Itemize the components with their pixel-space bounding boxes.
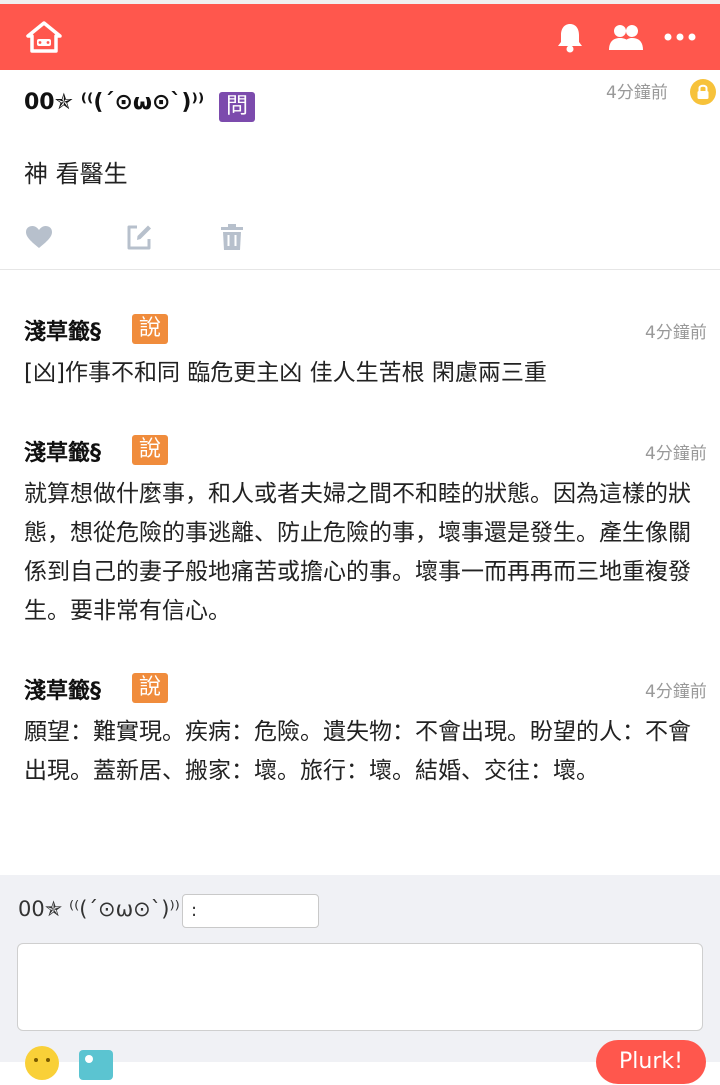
response-timestamp: 4分鐘前	[645, 323, 707, 343]
response-composer: 00✯ ⁽⁽(´⊙ω⊙`)⁾⁾ : Plurk!	[0, 875, 720, 1084]
response-qualifier-badge: 說	[132, 314, 168, 344]
emoticon-icon[interactable]	[24, 1045, 60, 1081]
response-text: [凶]作事不和同 臨危更主凶 佳人生苦根 閑慮兩三重	[24, 360, 547, 386]
friends-icon[interactable]	[606, 4, 646, 70]
lock-icon	[689, 78, 717, 106]
original-plurk: 00✯ ⁽⁽(´⊙ω⊙`)⁾⁾ 問 4分鐘前 神 看醫生	[0, 70, 720, 270]
response-qualifier-badge: 說	[132, 673, 168, 703]
plurk-submit-button[interactable]: Plurk!	[596, 1040, 706, 1084]
response-author-name[interactable]: 淺草籤§	[24, 673, 101, 705]
post-qualifier-badge: 問	[219, 92, 255, 122]
top-navigation-bar	[0, 0, 720, 70]
response-timestamp: 4分鐘前	[645, 682, 707, 702]
like-icon[interactable]	[24, 222, 54, 252]
response-author-name[interactable]: 淺草籤§	[24, 435, 101, 467]
post-content: 神 看醫生	[24, 160, 128, 188]
edit-icon[interactable]	[124, 222, 154, 252]
delete-icon[interactable]	[217, 222, 247, 252]
post-author-name[interactable]: 00✯ ⁽⁽(´⊙ω⊙`)⁾⁾	[24, 90, 204, 115]
qualifier-select[interactable]: :	[182, 894, 319, 928]
response-text: 願望：難實現。疾病：危險。遺失物：不會出現。盼望的人：不會出現。蓋新居、搬家：壞…	[24, 719, 691, 784]
post-timestamp: 4分鐘前	[606, 83, 668, 103]
response-textarea[interactable]	[17, 943, 703, 1031]
home-icon[interactable]	[22, 4, 66, 70]
composer-user-name: 00✯ ⁽⁽(´⊙ω⊙`)⁾⁾	[18, 897, 180, 921]
image-upload-icon[interactable]	[78, 1049, 114, 1081]
response-author-name[interactable]: 淺草籤§	[24, 314, 101, 346]
response-text: 就算想做什麼事，和人或者夫婦之間不和睦的狀態。因為這樣的狀態，想從危險的事逃離、…	[24, 481, 691, 624]
more-icon[interactable]	[660, 4, 700, 70]
response-qualifier-badge: 說	[132, 435, 168, 465]
response-timestamp: 4分鐘前	[645, 444, 707, 464]
bell-icon[interactable]	[552, 4, 588, 70]
